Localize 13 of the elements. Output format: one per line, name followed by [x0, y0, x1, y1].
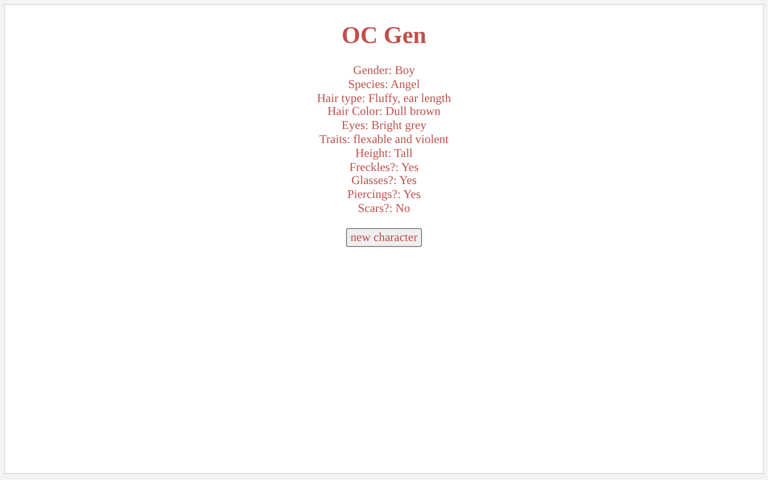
trait-text: Glasses?: Yes — [351, 174, 417, 188]
trait-text: Height: Tall — [355, 146, 413, 161]
new-character-button[interactable]: new character — [346, 228, 422, 247]
trait-text: Piercings?: Yes — [347, 188, 421, 202]
trait-text: Gender: Boy — [353, 64, 415, 78]
trait-text: Eyes: Bright grey — [342, 119, 426, 133]
trait-text: Freckles?: Yes — [349, 160, 419, 174]
trait-text: Scars?: No — [358, 202, 410, 216]
page-title: OC Gen — [342, 22, 426, 50]
trait-text: Species: Angel — [348, 78, 420, 92]
trait-text: Traits: flexable and violent — [319, 132, 449, 147]
trait-text: Hair Color: Dull brown — [328, 105, 440, 120]
trait-text: Hair type: Fluffy, ear length — [317, 92, 451, 106]
